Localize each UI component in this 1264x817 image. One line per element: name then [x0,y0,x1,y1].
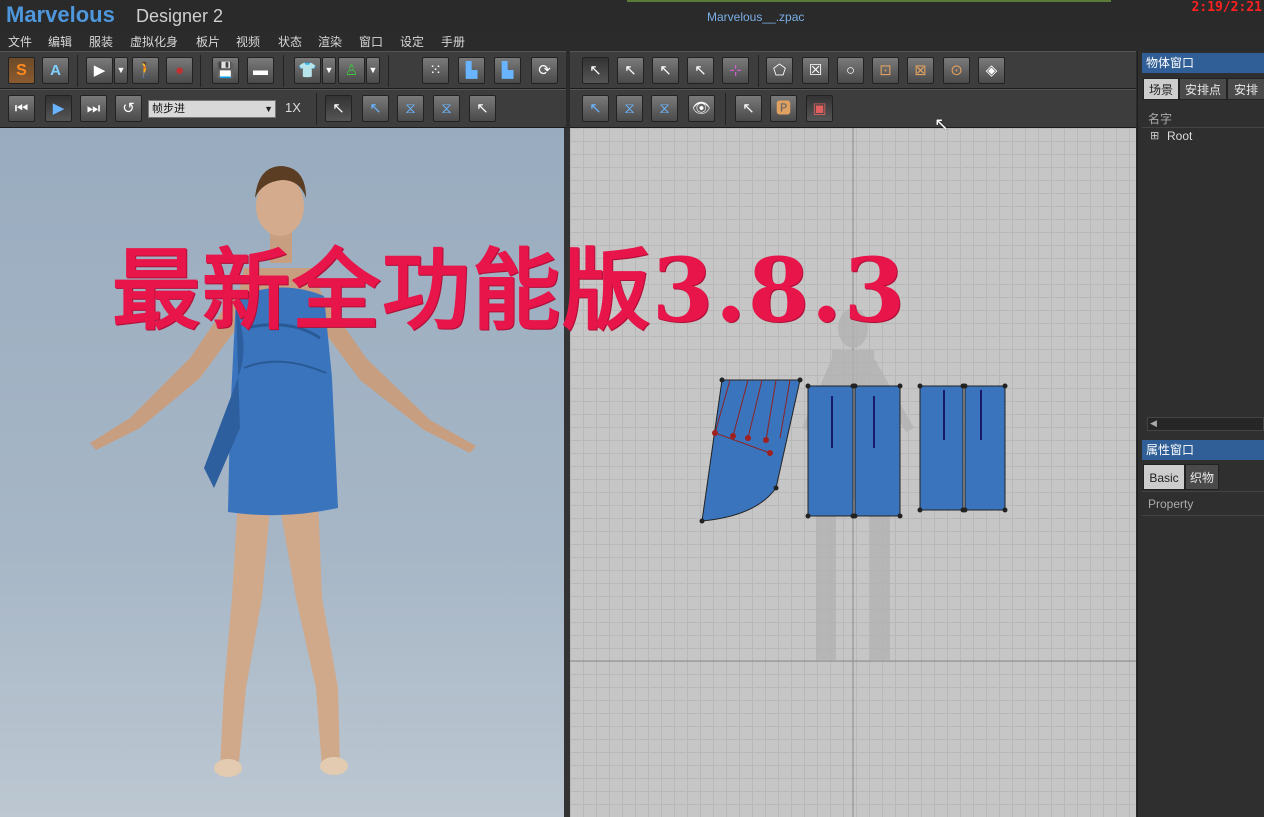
menu-window[interactable]: 窗口 [359,33,383,50]
show-sewing-icon[interactable]: 👁 [688,95,715,122]
menu-bar: 文件 编辑 服装 虚拟化身 板片 视频 状态 渲染 窗口 设定 手册 [0,31,1264,51]
video-timestamp: 2:19/2:21 [1191,0,1262,15]
select-arrow-icon[interactable]: ↖ [325,95,352,122]
menu-avatar[interactable]: 虚拟化身 [130,33,178,50]
simulation-mode-button[interactable]: S [8,57,35,84]
menu-file[interactable]: 文件 [8,33,32,50]
record-icon[interactable]: ● [166,57,193,84]
transform-pattern-icon[interactable]: ↖ [617,57,644,84]
edit-curve-icon[interactable]: ↖ [652,57,679,84]
segment-sewing-icon[interactable]: ⧖ [616,95,643,122]
toolbar-divider [283,55,284,87]
tab-arrangement-points[interactable]: 安排点 [1179,78,1227,100]
menu-render[interactable]: 渲染 [318,33,342,50]
play-icon[interactable]: ▶ [86,57,113,84]
animation-mode-button[interactable]: A [42,57,69,84]
menu-garment[interactable]: 服装 [89,33,113,50]
expand-icon[interactable]: ⊞ [1150,129,1159,142]
chevron-down-icon: ▼ [264,104,273,114]
polygon-icon[interactable]: ⬠ [766,57,793,84]
circle-icon[interactable]: ○ [837,57,864,84]
avatar-icon[interactable]: ♙ [338,57,365,84]
tree-item-root[interactable]: Root [1167,129,1192,143]
play-icon[interactable]: ▶ [45,95,72,122]
window-file-name: Marvelous__.zpac [707,10,805,24]
select-arrow-icon[interactable]: ↖ [582,57,609,84]
seam-icon[interactable]: ↖ [582,95,609,122]
speed-select[interactable]: 1X [285,100,301,115]
right-panel: 物体窗口 场景 安排点 安排 名字 ⊞ Root 属性窗口 Basic 织物 P… [1137,51,1264,817]
playback-mode-select[interactable]: 帧步进 ▼ [148,100,276,118]
tab-basic[interactable]: Basic [1143,464,1185,490]
row-divider [1142,127,1264,128]
object-window-title: 物体窗口 [1142,53,1264,73]
toolbar-divider [316,93,317,125]
toolbar-divider [388,55,389,87]
menu-pattern[interactable]: 板片 [196,33,220,50]
points-icon[interactable]: ⁙ [422,57,449,84]
rectangle-icon[interactable]: ☒ [802,57,829,84]
toolbar-divider [725,93,726,125]
toolbar-divider [77,55,78,87]
dropdown-icon[interactable]: ▼ [114,57,128,84]
folder-icon[interactable]: ▬ [247,57,274,84]
texture-view-icon[interactable]: ▣ [806,95,833,122]
progress-strip [627,0,1111,2]
app-brand-sub: Designer 2 [136,6,224,26]
menu-state[interactable]: 状态 [278,33,302,50]
toolbar-3d-main: S A ▶ ▼ 🚶 ● 💾 ▬ 👕 ▼ ♙ ▼ ⁙ ▙ ▙ ⟳ [0,51,566,89]
tab-arrangement[interactable]: 安排 [1227,78,1264,100]
toolbar-2d-main: ↖ ↖ ↖ ↖ ⊹ ⬠ ☒ ○ ⊡ ⊠ ⊙ ◈ [570,51,1136,89]
tab-scene[interactable]: 场景 [1143,78,1179,100]
pin-icon[interactable]: 🅿 [770,95,797,122]
internal-circle-icon[interactable]: ⊙ [943,57,970,84]
tack-icon[interactable]: ⧖ [433,95,460,122]
menu-settings[interactable]: 设定 [400,33,424,50]
menu-edit[interactable]: 编辑 [48,33,72,50]
edit-point-icon[interactable]: ↖ [687,57,714,84]
garment-front-icon[interactable]: ▙ [458,57,485,84]
reset-icon[interactable]: ⟳ [531,57,558,84]
toolbar-3d-secondary: ⏮ ▶ ⏭ ↺ 帧步进 ▼ 1X ↖ ↖ ⧖ ⧖ ↖ [0,89,566,128]
app-brand: Marvelous [6,2,115,27]
select-window-icon[interactable]: ↖ [735,95,762,122]
promo-watermark: 最新全功能版3.8.3 [112,238,907,342]
property-label: Property [1148,497,1194,511]
loop-icon[interactable]: ↺ [115,95,142,122]
save-icon[interactable]: 💾 [212,57,239,84]
playback-mode-value: 帧步进 [152,103,185,115]
fold-icon[interactable]: ⧖ [397,95,424,122]
select-mesh-icon[interactable]: ↖ [362,95,389,122]
menu-manual[interactable]: 手册 [441,33,465,50]
tab-fabric[interactable]: 织物 [1185,464,1219,490]
title-bar: Marvelous Designer 2 Marvelous__.zpac 2:… [0,0,1264,31]
select-window-icon[interactable]: ↖ [469,95,496,122]
internal-rect-icon[interactable]: ⊡ [872,57,899,84]
rewind-icon[interactable]: ⏮ [8,95,35,122]
toolbar-divider [200,55,201,87]
dropdown-icon[interactable]: ▼ [366,57,380,84]
toolbar-divider [758,55,759,87]
scroll-left-icon[interactable]: ◀ [1150,418,1157,429]
tree-column-header: 名字 [1148,112,1173,126]
toolbar-2d-secondary: ↖ ⧖ ⧖ 👁 ↖ 🅿 ▣ [570,89,1136,128]
menu-video[interactable]: 视频 [236,33,260,50]
shirt-icon[interactable]: 👕 [294,57,321,84]
walk-icon[interactable]: 🚶 [132,57,159,84]
tree-horizontal-scrollbar[interactable]: ◀ [1147,417,1264,431]
fast-forward-icon[interactable]: ⏭ [80,95,107,122]
dropdown-icon[interactable]: ▼ [322,57,336,84]
dart-icon[interactable]: ◈ [978,57,1005,84]
internal-square-icon[interactable]: ⊠ [907,57,934,84]
garment-avatar-icon[interactable]: ▙ [494,57,521,84]
add-point-icon[interactable]: ⊹ [722,57,749,84]
cursor-icon: ↖ [934,114,950,134]
free-sewing-icon[interactable]: ⧖ [651,95,678,122]
row-divider [1142,515,1264,516]
row-divider [1142,491,1264,492]
property-window-title: 属性窗口 [1142,440,1264,460]
